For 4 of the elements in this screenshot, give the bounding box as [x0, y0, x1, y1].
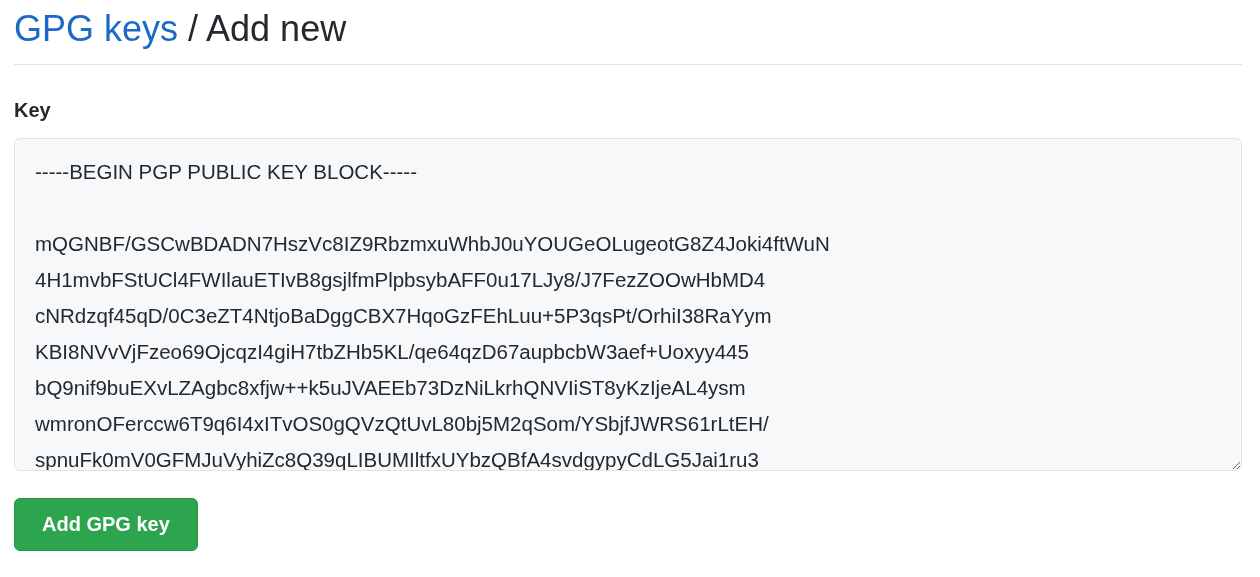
page-title: / Add new [188, 8, 347, 50]
breadcrumb-link[interactable]: GPG keys [14, 8, 179, 50]
add-key-button[interactable]: Add GPG key [14, 498, 198, 551]
field-label: Key [14, 99, 52, 122]
